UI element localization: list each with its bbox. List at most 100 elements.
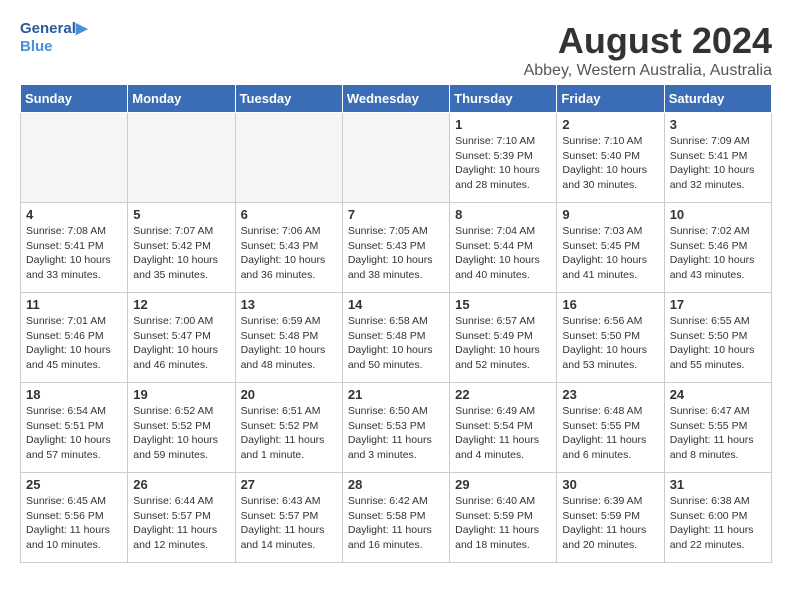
calendar-day-cell: 19 Sunrise: 6:52 AMSunset: 5:52 PMDayligh… [128,383,235,473]
calendar-day-cell: 1 Sunrise: 7:10 AMSunset: 5:39 PMDaylight… [450,113,557,203]
day-info: Sunrise: 7:00 AMSunset: 5:47 PMDaylight:… [133,314,229,373]
calendar-day-cell: 4 Sunrise: 7:08 AMSunset: 5:41 PMDaylight… [21,203,128,293]
day-info: Sunrise: 6:40 AMSunset: 5:59 PMDaylight:… [455,494,551,553]
day-number: 22 [455,387,551,402]
weekday-header-saturday: Saturday [664,85,771,113]
calendar-day-cell [128,113,235,203]
weekday-header-tuesday: Tuesday [235,85,342,113]
calendar-day-cell: 11 Sunrise: 7:01 AMSunset: 5:46 PMDayligh… [21,293,128,383]
day-number: 4 [26,207,122,222]
logo: General▶ Blue [20,20,87,56]
day-info: Sunrise: 6:57 AMSunset: 5:49 PMDaylight:… [455,314,551,373]
day-info: Sunrise: 6:43 AMSunset: 5:57 PMDaylight:… [241,494,337,553]
day-number: 8 [455,207,551,222]
day-number: 31 [670,477,766,492]
calendar-day-cell: 3 Sunrise: 7:09 AMSunset: 5:41 PMDaylight… [664,113,771,203]
day-info: Sunrise: 7:07 AMSunset: 5:42 PMDaylight:… [133,224,229,283]
day-info: Sunrise: 6:39 AMSunset: 5:59 PMDaylight:… [562,494,658,553]
day-number: 17 [670,297,766,312]
day-number: 9 [562,207,658,222]
day-info: Sunrise: 6:38 AMSunset: 6:00 PMDaylight:… [670,494,766,553]
day-info: Sunrise: 7:08 AMSunset: 5:41 PMDaylight:… [26,224,122,283]
day-number: 26 [133,477,229,492]
day-info: Sunrise: 6:55 AMSunset: 5:50 PMDaylight:… [670,314,766,373]
calendar-table: SundayMondayTuesdayWednesdayThursdayFrid… [20,84,772,563]
day-number: 6 [241,207,337,222]
day-number: 5 [133,207,229,222]
calendar-day-cell: 22 Sunrise: 6:49 AMSunset: 5:54 PMDayligh… [450,383,557,473]
calendar-day-cell: 31 Sunrise: 6:38 AMSunset: 6:00 PMDayligh… [664,473,771,563]
calendar-day-cell: 26 Sunrise: 6:44 AMSunset: 5:57 PMDayligh… [128,473,235,563]
day-number: 27 [241,477,337,492]
day-info: Sunrise: 6:51 AMSunset: 5:52 PMDaylight:… [241,404,337,463]
weekday-header-wednesday: Wednesday [342,85,449,113]
day-number: 23 [562,387,658,402]
day-info: Sunrise: 7:09 AMSunset: 5:41 PMDaylight:… [670,134,766,193]
calendar-header: August 2024 Abbey, Western Australia, Au… [20,20,772,80]
day-number: 10 [670,207,766,222]
weekday-header-thursday: Thursday [450,85,557,113]
calendar-day-cell: 24Sunrise: 6:47 AMSunset: 5:55 PMDayligh… [664,383,771,473]
day-info: Sunrise: 7:03 AMSunset: 5:45 PMDaylight:… [562,224,658,283]
calendar-day-cell: 20 Sunrise: 6:51 AMSunset: 5:52 PMDayligh… [235,383,342,473]
day-number: 21 [348,387,444,402]
calendar-day-cell: 7 Sunrise: 7:05 AMSunset: 5:43 PMDaylight… [342,203,449,293]
calendar-day-cell: 28 Sunrise: 6:42 AMSunset: 5:58 PMDayligh… [342,473,449,563]
calendar-week-row: 25Sunrise: 6:45 AMSunset: 5:56 PMDayligh… [21,473,772,563]
day-info: Sunrise: 6:48 AMSunset: 5:55 PMDaylight:… [562,404,658,463]
logo-subtext: Blue [20,38,87,56]
day-number: 24 [670,387,766,402]
day-number: 30 [562,477,658,492]
weekday-header-sunday: Sunday [21,85,128,113]
day-info: Sunrise: 6:52 AMSunset: 5:52 PMDaylight:… [133,404,229,463]
day-info: Sunrise: 6:44 AMSunset: 5:57 PMDaylight:… [133,494,229,553]
day-info: Sunrise: 7:01 AMSunset: 5:46 PMDaylight:… [26,314,122,373]
weekday-header-row: SundayMondayTuesdayWednesdayThursdayFrid… [21,85,772,113]
day-number: 12 [133,297,229,312]
calendar-day-cell: 10 Sunrise: 7:02 AMSunset: 5:46 PMDayligh… [664,203,771,293]
calendar-day-cell: 23 Sunrise: 6:48 AMSunset: 5:55 PMDayligh… [557,383,664,473]
calendar-day-cell: 6 Sunrise: 7:06 AMSunset: 5:43 PMDaylight… [235,203,342,293]
day-info: Sunrise: 6:50 AMSunset: 5:53 PMDaylight:… [348,404,444,463]
day-info: Sunrise: 7:10 AMSunset: 5:39 PMDaylight:… [455,134,551,193]
day-number: 14 [348,297,444,312]
calendar-day-cell: 14 Sunrise: 6:58 AMSunset: 5:48 PMDayligh… [342,293,449,383]
day-number: 3 [670,117,766,132]
day-number: 7 [348,207,444,222]
day-number: 16 [562,297,658,312]
day-number: 28 [348,477,444,492]
calendar-day-cell: 2Sunrise: 7:10 AMSunset: 5:40 PMDaylight… [557,113,664,203]
day-info: Sunrise: 7:05 AMSunset: 5:43 PMDaylight:… [348,224,444,283]
day-number: 19 [133,387,229,402]
location-subtitle: Abbey, Western Australia, Australia [20,62,772,80]
day-number: 25 [26,477,122,492]
calendar-day-cell [235,113,342,203]
logo-text: General▶ [20,20,87,38]
calendar-day-cell: 29Sunrise: 6:40 AMSunset: 5:59 PMDayligh… [450,473,557,563]
day-number: 11 [26,297,122,312]
day-info: Sunrise: 6:59 AMSunset: 5:48 PMDaylight:… [241,314,337,373]
weekday-header-monday: Monday [128,85,235,113]
day-info: Sunrise: 7:02 AMSunset: 5:46 PMDaylight:… [670,224,766,283]
calendar-day-cell: 18Sunrise: 6:54 AMSunset: 5:51 PMDayligh… [21,383,128,473]
day-info: Sunrise: 7:10 AMSunset: 5:40 PMDaylight:… [562,134,658,193]
calendar-week-row: 11 Sunrise: 7:01 AMSunset: 5:46 PMDayligh… [21,293,772,383]
calendar-day-cell: 9 Sunrise: 7:03 AMSunset: 5:45 PMDaylight… [557,203,664,293]
calendar-day-cell: 16Sunrise: 6:56 AMSunset: 5:50 PMDayligh… [557,293,664,383]
calendar-day-cell: 25Sunrise: 6:45 AMSunset: 5:56 PMDayligh… [21,473,128,563]
day-info: Sunrise: 6:49 AMSunset: 5:54 PMDaylight:… [455,404,551,463]
day-info: Sunrise: 7:06 AMSunset: 5:43 PMDaylight:… [241,224,337,283]
day-info: Sunrise: 6:42 AMSunset: 5:58 PMDaylight:… [348,494,444,553]
day-number: 13 [241,297,337,312]
day-number: 20 [241,387,337,402]
calendar-day-cell: 13 Sunrise: 6:59 AMSunset: 5:48 PMDayligh… [235,293,342,383]
day-number: 15 [455,297,551,312]
calendar-day-cell: 12 Sunrise: 7:00 AMSunset: 5:47 PMDayligh… [128,293,235,383]
calendar-day-cell: 8Sunrise: 7:04 AMSunset: 5:44 PMDaylight… [450,203,557,293]
day-number: 1 [455,117,551,132]
calendar-day-cell: 17 Sunrise: 6:55 AMSunset: 5:50 PMDayligh… [664,293,771,383]
calendar-day-cell [342,113,449,203]
day-number: 18 [26,387,122,402]
day-info: Sunrise: 6:58 AMSunset: 5:48 PMDaylight:… [348,314,444,373]
calendar-day-cell: 30 Sunrise: 6:39 AMSunset: 5:59 PMDayligh… [557,473,664,563]
